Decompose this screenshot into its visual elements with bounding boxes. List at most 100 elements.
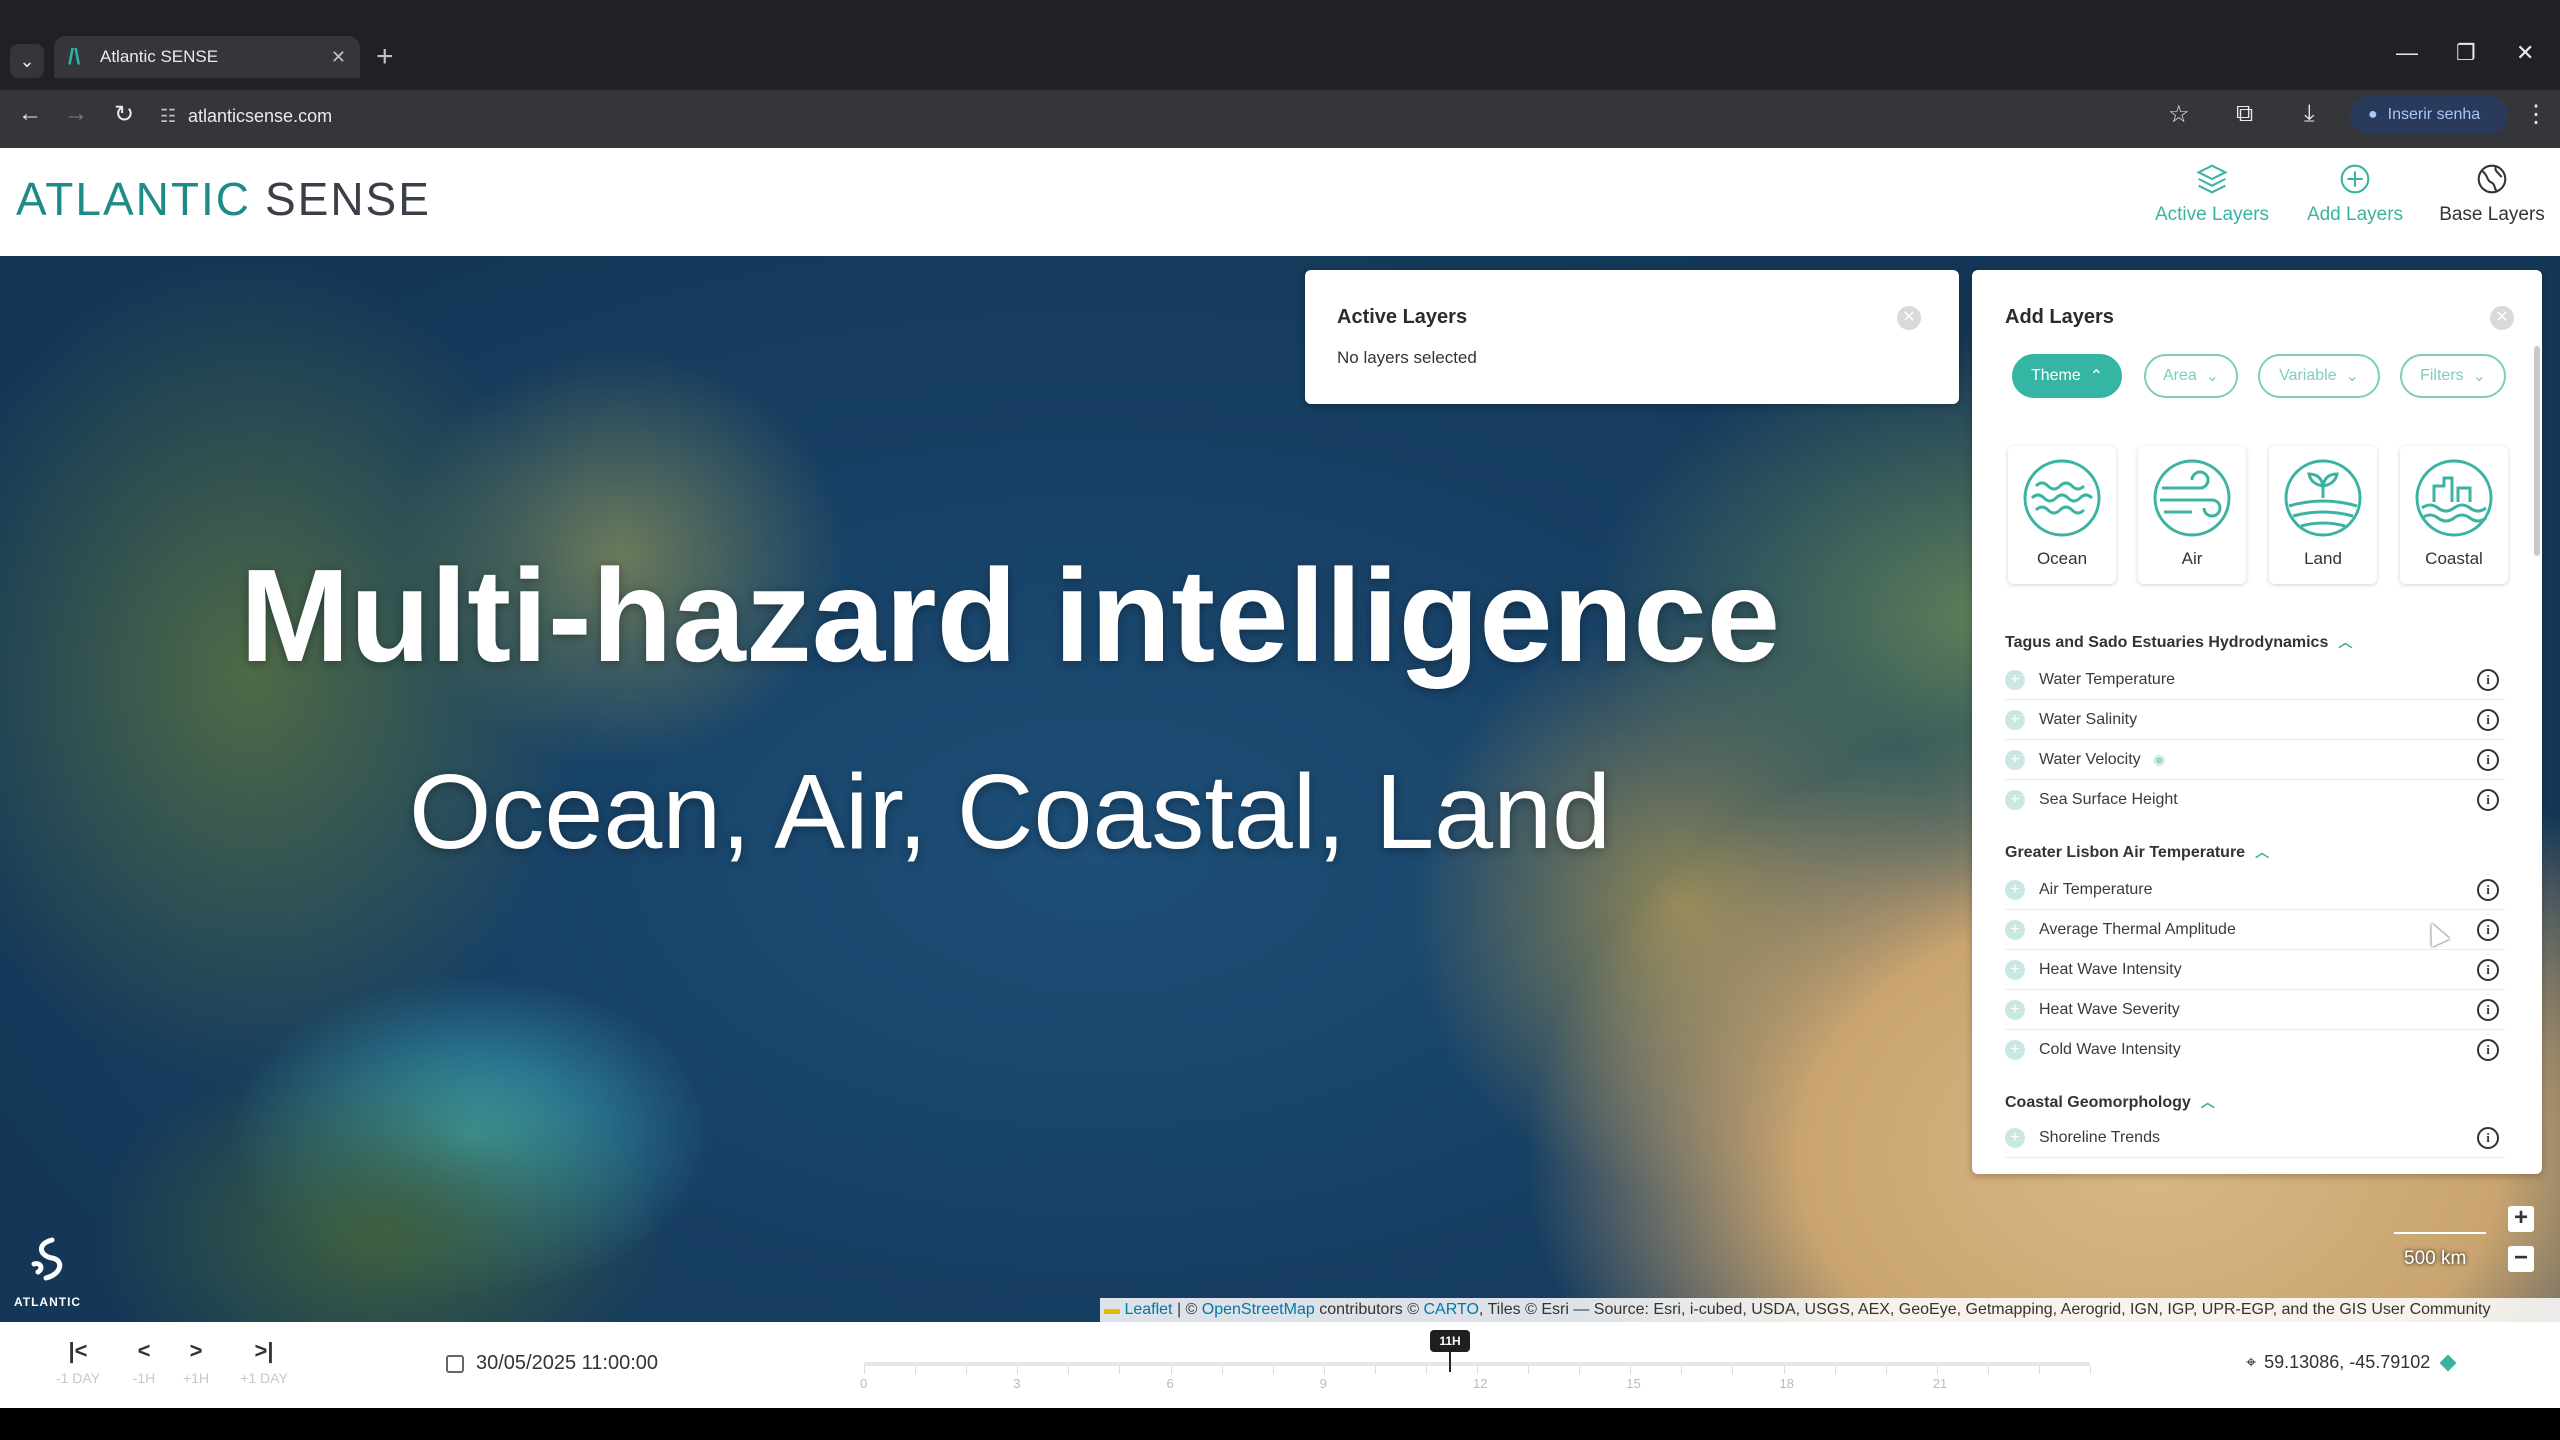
layer-name: Cold Wave Intensity	[2039, 1041, 2181, 1058]
land-sprout-icon	[2284, 459, 2362, 537]
filter-filters[interactable]: Filters ⌄	[2400, 354, 2506, 398]
reload-icon[interactable]: ↻	[106, 100, 142, 129]
active-layers-button[interactable]: Active Layers	[2142, 160, 2282, 226]
new-tab-icon[interactable]: +	[376, 42, 394, 72]
time-tick	[1783, 1366, 1785, 1374]
date-picker[interactable]: 30/05/2025 11:00:00	[446, 1352, 658, 1375]
add-layer-icon[interactable]: +	[2005, 959, 2025, 980]
section-title-tagus-sado[interactable]: Tagus and Sado Estuaries Hydrodynamics ︿	[2005, 632, 2352, 652]
theme-card-ocean[interactable]: Ocean	[2008, 446, 2116, 584]
add-layer-icon[interactable]: +	[2005, 1127, 2025, 1148]
layer-row-air-temperature[interactable]: + Air Temperature i	[2005, 870, 2505, 910]
info-icon[interactable]: i	[2477, 998, 2499, 1021]
visibility-eye-icon[interactable]: ◉	[2153, 751, 2165, 767]
filter-area[interactable]: Area ⌄	[2144, 354, 2238, 398]
time-tick	[1579, 1366, 1581, 1374]
layer-name: Water Salinity	[2039, 710, 2138, 728]
theme-card-land[interactable]: Land	[2269, 446, 2377, 584]
address-bar[interactable]: ☷ atlanticsense.com	[160, 96, 2320, 136]
plus-one-hour-button[interactable]: > +1H	[166, 1338, 226, 1386]
add-circle-icon	[2340, 164, 2370, 194]
info-icon[interactable]: i	[2477, 878, 2499, 901]
base-layers-button[interactable]: Base Layers	[2422, 160, 2560, 226]
window-close-icon[interactable]: ✕	[2516, 40, 2534, 66]
time-tick	[864, 1366, 865, 1374]
password-button[interactable]: ● Inserir senha	[2350, 96, 2508, 134]
info-icon[interactable]: i	[2477, 668, 2499, 691]
theme-card-air[interactable]: Air	[2138, 446, 2246, 584]
minus-one-day-button[interactable]: |< -1 DAY	[48, 1338, 108, 1386]
add-layers-close-icon[interactable]: ✕	[2490, 306, 2514, 330]
layer-row-shoreline-trends[interactable]: + Shoreline Trends i	[2005, 1118, 2505, 1158]
osm-link[interactable]: OpenStreetMap	[1202, 1301, 1315, 1318]
zoom-out-button[interactable]: −	[2508, 1246, 2534, 1272]
add-layers-button[interactable]: Add Layers	[2285, 160, 2425, 226]
section-title-coastal-geomorphology[interactable]: Coastal Geomorphology ︿	[2005, 1092, 2215, 1112]
layer-row-heat-wave-intensity[interactable]: + Heat Wave Intensity i	[2005, 950, 2505, 990]
extensions-icon[interactable]: ⧉	[2236, 100, 2253, 128]
browser-tab[interactable]: /\ Atlantic SENSE ✕	[54, 36, 360, 78]
add-layer-icon[interactable]: +	[2005, 669, 2025, 690]
back-icon[interactable]: ←	[12, 100, 48, 128]
minus-one-hour-button[interactable]: < -1H	[114, 1338, 174, 1386]
filter-variable-label: Variable	[2279, 367, 2337, 384]
filter-theme[interactable]: Theme ⌃	[2012, 354, 2122, 398]
add-layer-icon[interactable]: +	[2005, 999, 2025, 1020]
layer-name: Air Temperature	[2039, 880, 2153, 898]
minimize-icon[interactable]: —	[2396, 40, 2418, 66]
copy-coords-icon[interactable]	[2439, 1354, 2457, 1371]
atlantic-favicon-icon: /\	[68, 44, 81, 69]
layer-name: Average Thermal Amplitude	[2039, 920, 2236, 938]
filter-filters-label: Filters	[2420, 367, 2464, 384]
info-icon[interactable]: i	[2477, 748, 2499, 771]
bookmark-star-icon[interactable]: ☆	[2168, 100, 2190, 129]
globe-icon	[2477, 164, 2507, 194]
browser-menu-icon[interactable]: ⋮	[2524, 100, 2548, 129]
layer-row-heat-wave-severity[interactable]: + Heat Wave Severity i	[2005, 990, 2505, 1030]
theme-card-coastal[interactable]: Coastal	[2400, 446, 2508, 584]
info-icon[interactable]: i	[2477, 789, 2499, 811]
tab-title: Atlantic SENSE	[100, 47, 219, 66]
add-layer-icon[interactable]: +	[2005, 879, 2025, 900]
carto-link[interactable]: CARTO	[1423, 1301, 1478, 1318]
leaflet-link[interactable]: Leaflet	[1124, 1301, 1172, 1318]
info-icon[interactable]: i	[2477, 1039, 2499, 1061]
tab-close-icon[interactable]: ✕	[331, 47, 346, 68]
layer-name: Sea Surface Height	[2039, 791, 2178, 808]
add-layer-icon[interactable]: +	[2005, 790, 2025, 810]
base-layers-label: Base Layers	[2439, 204, 2545, 225]
layer-row-water-velocity[interactable]: + Water Velocity ◉ i	[2005, 740, 2505, 780]
active-layers-close-icon[interactable]: ✕	[1897, 306, 1921, 330]
forward-icon[interactable]: →	[58, 100, 94, 128]
logo-secondary: SENSE	[264, 173, 431, 225]
info-icon[interactable]: i	[2477, 918, 2499, 941]
info-icon[interactable]: i	[2477, 958, 2499, 981]
time-slider-thumb[interactable]: 11H	[1430, 1330, 1470, 1352]
download-icon[interactable]: ⤓	[2304, 100, 2315, 128]
chevron-up-icon: ︿	[2255, 844, 2270, 860]
hero-subtitle: Ocean, Air, Coastal, Land	[408, 753, 1612, 871]
add-layer-icon[interactable]: +	[2005, 919, 2025, 940]
section-title-greater-lisbon[interactable]: Greater Lisbon Air Temperature ︿	[2005, 842, 2269, 862]
theme-land-label: Land	[2304, 549, 2342, 568]
atlantic-corner-logo: ATLANTIC	[14, 1234, 81, 1309]
tab-search-icon[interactable]: ⌄	[10, 44, 44, 78]
add-layer-icon[interactable]: +	[2005, 749, 2025, 770]
add-layer-icon[interactable]: +	[2005, 1040, 2025, 1060]
layer-row-water-temperature[interactable]: + Water Temperature i	[2005, 660, 2505, 700]
app-logo[interactable]: ATLANTIC SENSE	[16, 172, 431, 226]
add-layer-icon[interactable]: +	[2005, 709, 2025, 730]
time-tick	[2090, 1366, 2091, 1374]
layer-row-water-salinity[interactable]: + Water Salinity i	[2005, 700, 2505, 740]
zoom-in-button[interactable]: +	[2508, 1206, 2534, 1232]
layer-row-sea-surface-height[interactable]: + Sea Surface Height i	[2005, 780, 2505, 820]
panel-scrollbar[interactable]	[2534, 346, 2540, 556]
restore-icon[interactable]: ❐	[2456, 40, 2476, 66]
filter-variable[interactable]: Variable ⌄	[2258, 354, 2380, 398]
site-info-icon[interactable]: ☷	[160, 106, 188, 127]
plus-one-day-button[interactable]: >| +1 DAY	[234, 1338, 294, 1386]
info-icon[interactable]: i	[2477, 1126, 2499, 1149]
info-icon[interactable]: i	[2477, 708, 2499, 731]
layer-row-cold-wave-intensity[interactable]: + Cold Wave Intensity i	[2005, 1030, 2505, 1070]
air-wind-icon	[2153, 459, 2231, 537]
